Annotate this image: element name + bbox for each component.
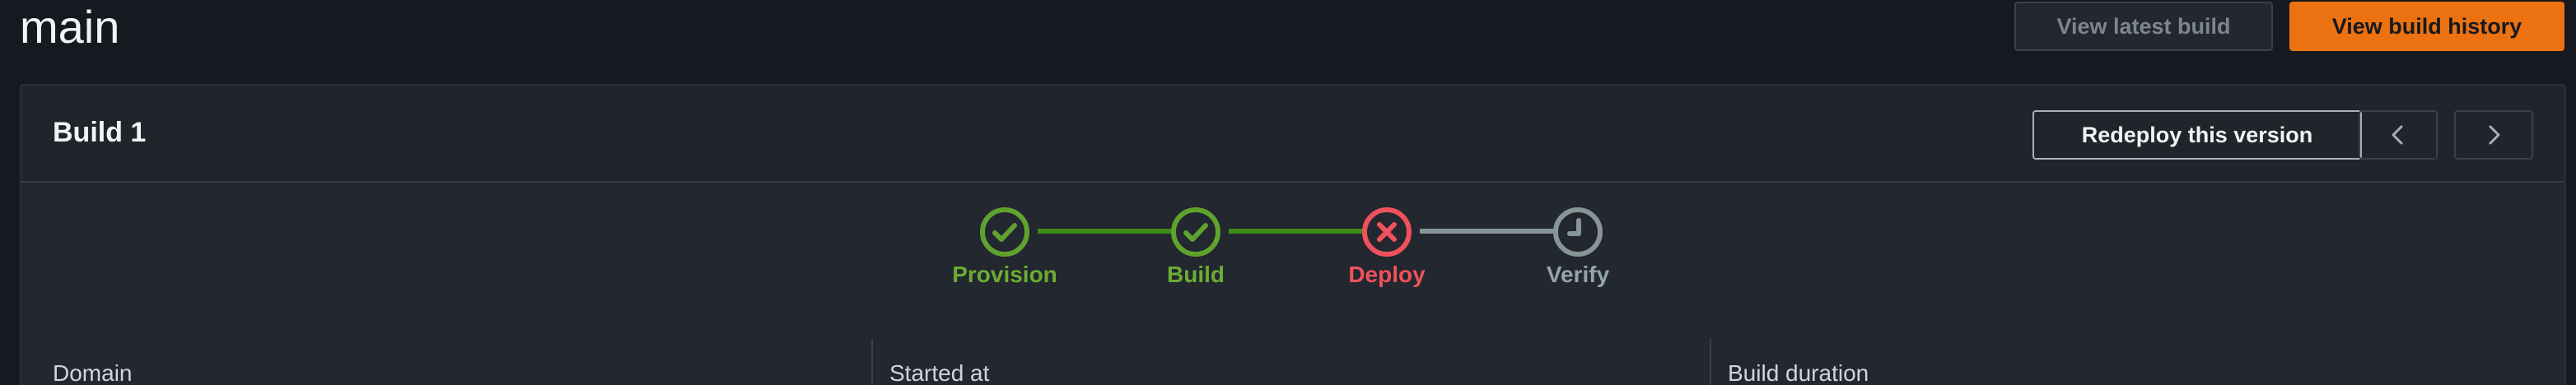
step-label-verify: Verify	[1546, 262, 1610, 287]
check-circle-icon	[1171, 207, 1220, 257]
build-duration-label: Build duration	[1728, 360, 1869, 385]
previous-build-button[interactable]	[2359, 110, 2438, 160]
chevron-right-icon	[2489, 125, 2500, 145]
chevron-left-icon	[2392, 125, 2403, 145]
page-title: main	[20, 1, 120, 53]
step-connector-deploy-verify	[1420, 229, 1571, 234]
next-build-button[interactable]	[2454, 110, 2533, 160]
x-circle-icon	[1362, 207, 1412, 257]
started-at-label: Started at	[889, 360, 990, 385]
check-circle-icon	[980, 207, 1029, 257]
step-label-build: Build	[1167, 262, 1225, 287]
column-divider	[1710, 339, 1711, 385]
app-page: main View latest build View build histor…	[0, 0, 2576, 385]
step-label-provision: Provision	[952, 262, 1057, 287]
build-panel-header: Build 1 Redeploy this version	[21, 86, 2564, 183]
view-latest-build-button[interactable]: View latest build	[2014, 2, 2273, 51]
clock-circle-icon	[1553, 207, 1603, 257]
step-connector-provision-build	[1038, 229, 1189, 234]
view-build-history-button[interactable]: View build history	[2289, 2, 2564, 51]
build-title: Build 1	[53, 117, 147, 148]
domain-label: Domain	[53, 360, 133, 385]
step-connector-build-deploy	[1229, 229, 1380, 234]
build-panel: Build 1 Redeploy this version Provision …	[20, 84, 2566, 385]
redeploy-button[interactable]: Redeploy this version	[2032, 110, 2362, 160]
step-label-deploy: Deploy	[1348, 262, 1426, 287]
column-divider	[871, 339, 873, 385]
